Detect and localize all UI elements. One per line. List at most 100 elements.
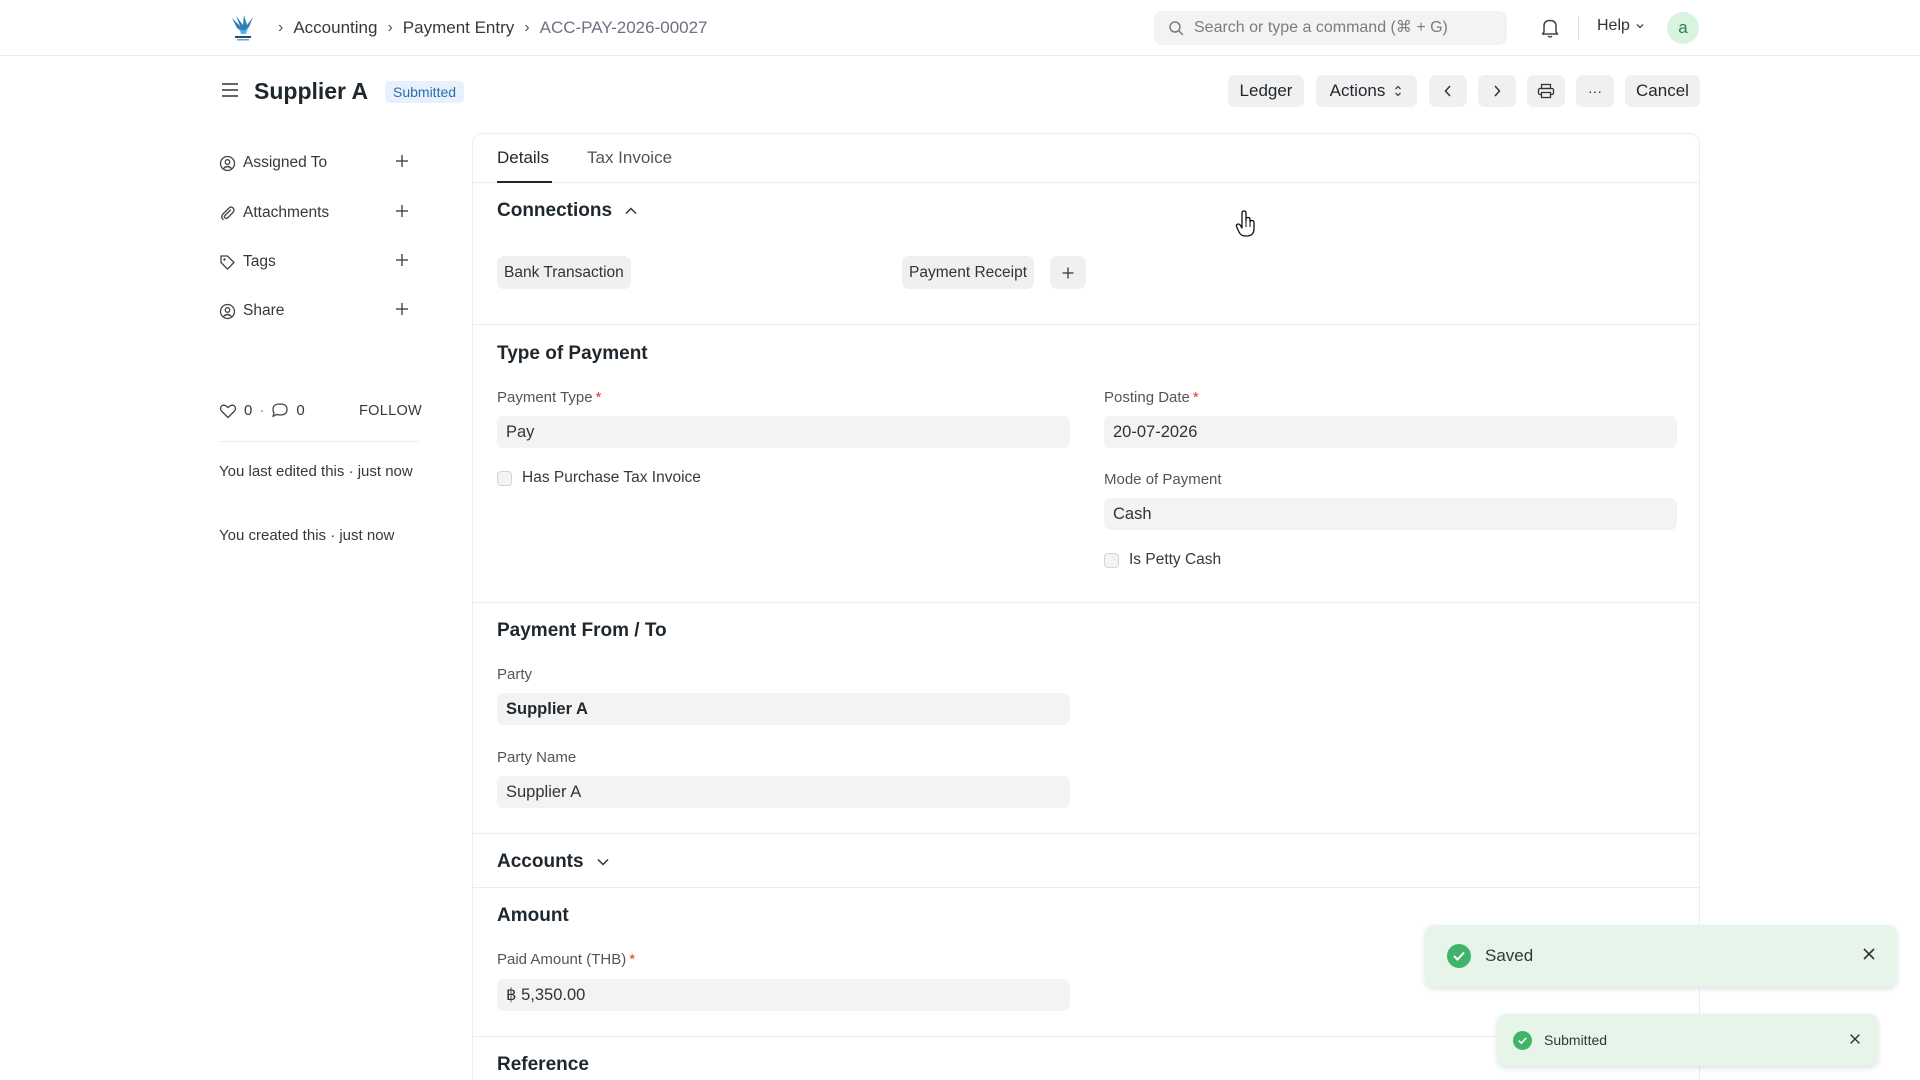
next-doc-button[interactable] [1478, 75, 1516, 107]
party-field[interactable]: Supplier A [497, 693, 1070, 725]
party-name-field[interactable]: Supplier A [497, 776, 1070, 808]
sidebar-item-label: Tags [243, 253, 276, 270]
search-input[interactable] [1194, 19, 1484, 37]
ledger-button[interactable]: Ledger [1228, 75, 1304, 107]
chevron-right-icon: › [387, 19, 393, 36]
navbar: › Accounting › Payment Entry › ACC-PAY-2… [0, 0, 1920, 56]
posting-date-field[interactable]: 20-07-2026 [1104, 416, 1677, 448]
checkbox-box[interactable] [497, 470, 512, 486]
print-button[interactable] [1527, 75, 1565, 107]
chevron-right-icon: › [278, 19, 284, 36]
close-icon[interactable] [1861, 946, 1877, 967]
active-tab-indicator [497, 181, 552, 183]
sidebar-item-label: Attachments [243, 204, 330, 221]
posting-date-label: Posting Date * [1104, 389, 1199, 406]
accounts-section-toggle[interactable]: Accounts [497, 851, 610, 873]
previous-doc-button[interactable] [1429, 75, 1467, 107]
avatar[interactable]: a [1667, 12, 1699, 44]
connection-payment-receipt[interactable]: Payment Receipt [902, 256, 1035, 289]
app-logo[interactable] [226, 12, 260, 44]
paid-amount-field[interactable]: ฿ 5,350.00 [497, 979, 1070, 1011]
section-divider [473, 833, 1699, 834]
section-title: Type of Payment [497, 343, 648, 364]
toast-message: Submitted [1544, 1032, 1608, 1048]
printer-icon [1537, 83, 1555, 99]
checkbox-box[interactable] [1104, 552, 1119, 568]
mode-of-payment-field[interactable]: Cash [1104, 498, 1677, 530]
navbar-divider [1578, 16, 1579, 40]
cancel-button[interactable]: Cancel [1625, 75, 1700, 107]
add-connection-button[interactable] [1050, 256, 1086, 289]
section-divider [473, 324, 1699, 325]
label-text: Paid Amount (THB) [497, 951, 627, 968]
help-label: Help [1597, 17, 1630, 34]
connection-bank-transaction[interactable]: Bank Transaction [497, 256, 631, 289]
page-title: Supplier A [254, 78, 369, 104]
sidebar-toggle-button[interactable] [221, 82, 239, 103]
breadcrumb-payment-entry[interactable]: Payment Entry [403, 18, 515, 38]
sidebar-item-label: Assigned To [243, 154, 328, 171]
comment-icon[interactable] [271, 402, 289, 419]
payment-type-field[interactable]: Pay [497, 416, 1070, 448]
mode-of-payment-label: Mode of Payment [1104, 471, 1222, 488]
notifications-button[interactable] [1540, 17, 1560, 44]
required-marker: * [629, 951, 636, 968]
sidebar-item-tags[interactable]: Tags [219, 249, 419, 275]
assign-icon [219, 155, 237, 172]
has-purchase-tax-invoice-checkbox[interactable]: Has Purchase Tax Invoice [497, 469, 701, 487]
amount-heading: Amount [497, 905, 569, 927]
breadcrumb-accounting[interactable]: Accounting [293, 18, 377, 38]
tab-details[interactable]: Details [497, 148, 549, 168]
actions-dropdown-button[interactable]: Actions [1316, 75, 1417, 107]
ledger-button-label: Ledger [1239, 81, 1293, 100]
party-name-label: Party Name [497, 749, 577, 766]
chevron-down-icon [1636, 24, 1644, 29]
check-circle-icon [1447, 944, 1471, 968]
checkbox-label: Is Petty Cash [1129, 551, 1222, 568]
type-of-payment-heading: Type of Payment [497, 343, 648, 365]
sidebar-item-share[interactable]: Share [219, 298, 419, 324]
separator-dot: · [259, 402, 265, 419]
connections-section-toggle[interactable]: Connections [497, 200, 638, 222]
section-divider [473, 887, 1699, 888]
add-tag-plus-icon[interactable] [394, 252, 410, 273]
breadcrumb-document[interactable]: ACC-PAY-2026-00027 [540, 18, 708, 38]
plus-icon [1062, 267, 1074, 278]
add-attachment-plus-icon[interactable] [394, 203, 410, 224]
comments-count: 0 [296, 402, 305, 419]
created-note: You created this · just now [219, 527, 395, 544]
actions-button-label: Actions [1329, 81, 1386, 100]
hand-cursor-icon [1235, 210, 1257, 243]
tag-icon [219, 254, 237, 271]
section-title: Connections [497, 200, 613, 221]
sidebar-item-assigned-to[interactable]: Assigned To [219, 150, 419, 176]
payment-from-to-heading: Payment From / To [497, 620, 667, 642]
heart-icon[interactable] [219, 403, 237, 419]
sidebar-item-attachments[interactable]: Attachments [219, 200, 419, 226]
cancel-button-label: Cancel [1636, 81, 1689, 100]
more-options-button[interactable]: ··· [1576, 75, 1614, 107]
is-petty-cash-checkbox[interactable]: Is Petty Cash [1104, 551, 1221, 569]
chevron-right-icon [1494, 85, 1501, 97]
status-badge: Submitted [385, 81, 465, 103]
chevron-up-icon [625, 207, 637, 215]
section-title: Amount [497, 905, 569, 926]
search-bar[interactable] [1154, 11, 1507, 45]
connection-label: Bank Transaction [504, 263, 624, 281]
chevron-down-icon [597, 858, 609, 866]
add-share-plus-icon[interactable] [394, 301, 410, 322]
last-edited-note: You last edited this · just now [219, 463, 413, 480]
add-assignment-plus-icon[interactable] [394, 153, 410, 174]
section-title: Payment From / To [497, 620, 667, 641]
section-divider [473, 602, 1699, 603]
follow-button[interactable]: FOLLOW [359, 403, 422, 419]
help-dropdown[interactable]: Help [1597, 17, 1645, 35]
form-tabs: Details Tax Invoice [473, 134, 1699, 183]
breadcrumb: › Accounting › Payment Entry › ACC-PAY-2… [278, 0, 714, 56]
label-text: Payment Type [497, 389, 593, 406]
close-icon[interactable] [1848, 1032, 1862, 1051]
tab-tax-invoice[interactable]: Tax Invoice [587, 148, 672, 168]
section-title: Accounts [497, 851, 584, 872]
paid-amount-label: Paid Amount (THB) * [497, 951, 635, 968]
likes-count: 0 [244, 402, 253, 419]
